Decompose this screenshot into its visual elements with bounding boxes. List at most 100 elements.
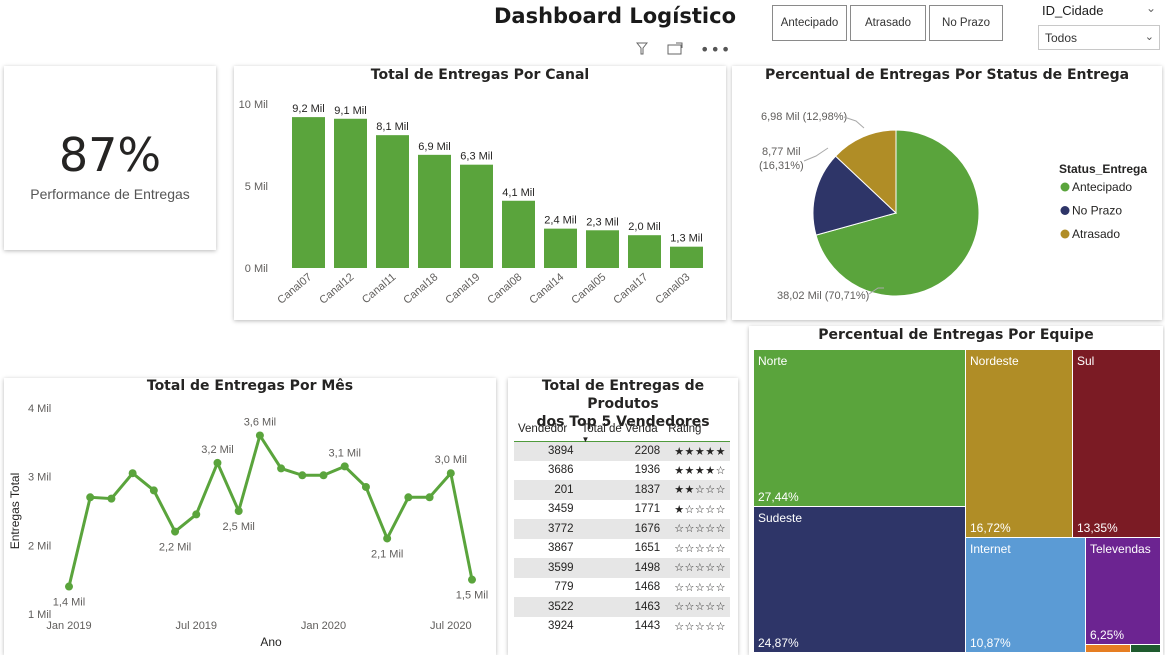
cell-total-venda: 2208 (577, 441, 665, 461)
treemap-cell[interactable]: Sul 13,35% (1073, 350, 1160, 537)
pie-data-label: 38,02 Mil (70,71%) (777, 290, 869, 302)
treemap-card: Percentual de Entregas Por Equipe Norte 2… (749, 326, 1163, 655)
chevron-down-icon[interactable]: ⌄ (1146, 1, 1156, 15)
x-tick-label: Canal18 (401, 271, 440, 307)
x-tick-label: Jan 2019 (46, 620, 91, 632)
treemap-cell-value: 6,25% (1090, 628, 1125, 642)
cell-total-venda: 1498 (577, 558, 665, 578)
more-options-icon[interactable]: ••• (700, 40, 731, 59)
data-point (128, 469, 137, 478)
pie-data-label: (16,31%) (759, 160, 804, 172)
cell-vendedor: 3772 (514, 519, 578, 539)
bar-data-label: 9,2 Mil (292, 103, 324, 115)
treemap-cell-small[interactable] (1086, 645, 1130, 652)
table-row: 3924 1443 ☆☆☆☆☆ (514, 617, 730, 637)
cell-vendedor: 3867 (547, 542, 574, 555)
data-point (213, 458, 222, 467)
data-point (446, 469, 455, 478)
column-header-total-venda[interactable]: Total de Venda ▼ (577, 417, 665, 444)
page-title: Dashboard Logístico (493, 4, 737, 28)
x-tick-label: Canal05 (569, 271, 608, 307)
legend-marker (1060, 182, 1070, 192)
treemap-cell[interactable]: Televendas 6,25% (1086, 538, 1160, 644)
treemap-cell[interactable]: Norte 27,44% (754, 350, 965, 506)
data-point (383, 534, 392, 543)
x-tick-label: Canal03 (653, 271, 692, 307)
data-point (277, 464, 286, 473)
slicer-atrasado-button[interactable]: Atrasado (850, 5, 926, 41)
legend-label: No Prazo (1072, 204, 1122, 218)
table-card: Total de Entregas de Produtos dos Top 5 … (508, 378, 738, 655)
cell-rating: ☆☆☆☆☆ (674, 581, 726, 594)
treemap-cell-small[interactable] (1131, 645, 1160, 652)
bar-data-label: 4,1 Mil (502, 187, 534, 199)
legend-title: Status_Entrega (1059, 162, 1147, 176)
cell-total-venda: 1468 (634, 581, 661, 594)
cell-rating: ☆☆☆☆☆ (674, 542, 726, 555)
column-header-vendedor[interactable]: Vendedor (514, 417, 578, 442)
bar-data-label: 6,3 Mil (460, 151, 492, 163)
treemap-cell-label: Sul (1077, 354, 1095, 368)
treemap-cell-value: 13,35% (1077, 521, 1118, 535)
cell-total-venda: 1676 (577, 519, 665, 539)
data-point (298, 471, 307, 480)
y-axis-title: Entregas Total (8, 473, 22, 550)
treemap-cell-label: Nordeste (970, 354, 1019, 368)
kpi-value: 87% (58, 128, 162, 182)
cell-rating: ☆☆☆☆☆ (664, 558, 730, 578)
point-data-label: 1,4 Mil (53, 597, 85, 609)
x-tick-label: Canal08 (485, 271, 524, 307)
column-header-rating[interactable]: Rating (664, 417, 730, 442)
kpi-card: 87% Performance de Entregas (4, 66, 216, 250)
table-row: 201 1837 ★★☆☆☆ (514, 480, 730, 500)
y-tick-label: 10 Mil (239, 99, 268, 111)
point-data-label: 2,1 Mil (371, 548, 403, 560)
data-point (234, 507, 243, 515)
x-tick-label: Jul 2019 (175, 620, 217, 632)
id-cidade-label: ID_Cidade (1042, 3, 1104, 18)
treemap-cell[interactable]: Sudeste 24,87% (754, 507, 965, 652)
treemap-cell-label: Televendas (1090, 542, 1151, 556)
cell-vendedor: 3924 (547, 620, 574, 633)
cell-vendedor: 3599 (514, 558, 578, 578)
point-data-label: 2,5 Mil (222, 521, 254, 533)
series-line (67, 431, 474, 587)
cell-total-venda: 1463 (577, 597, 665, 617)
table-row: 3894 2208 ★★★★★ (514, 441, 730, 461)
data-point (425, 493, 434, 502)
data-point (340, 462, 349, 471)
cell-vendedor: 3894 (514, 441, 578, 461)
slicer-no-prazo-button[interactable]: No Prazo (929, 5, 1003, 41)
data-point (319, 471, 328, 480)
table-row: 3867 1651 ☆☆☆☆☆ (514, 539, 730, 559)
id-cidade-dropdown[interactable]: Todos ⌄ (1038, 25, 1160, 50)
data-point (255, 431, 264, 440)
treemap-cell[interactable]: Internet 10,87% (966, 538, 1085, 652)
bar (586, 230, 619, 268)
bar (460, 164, 493, 268)
legend-marker (1060, 206, 1070, 215)
focus-mode-icon[interactable] (667, 42, 683, 59)
bar (544, 228, 577, 268)
data-point (171, 527, 180, 536)
treemap: Norte 27,44% Sudeste 24,87% Nordeste 16,72% Su… (754, 350, 1160, 652)
sort-descending-icon: ▼ (581, 435, 590, 444)
treemap-cell-value: 24,87% (758, 636, 799, 650)
cell-rating: ★☆☆☆☆ (674, 503, 726, 516)
cell-rating: ☆☆☆☆☆ (674, 620, 726, 633)
treemap-cell-value: 16,72% (970, 521, 1011, 535)
treemap-cell[interactable]: Nordeste 16,72% (966, 350, 1072, 537)
pie-data-label: 6,98 Mil (12,98%) (761, 111, 847, 123)
data-point (65, 582, 73, 591)
cell-vendedor: 201 (514, 480, 578, 500)
y-tick-label: 2 Mil (28, 540, 51, 552)
line-chart: 1 Mil2 Mil3 Mil4 MilJan 2019 Jul 2019 Jan … (8, 403, 488, 649)
id-cidade-value: Todos (1045, 31, 1078, 45)
filter-icon[interactable] (635, 42, 649, 59)
pie-leader-line (803, 147, 829, 162)
slicer-antecipado-button[interactable]: Antecipado (772, 5, 847, 41)
table-row: 3772 1676 ☆☆☆☆☆ (514, 519, 730, 539)
legend-label: Atrasado (1072, 227, 1120, 241)
bar-data-label: 9,1 Mil (334, 105, 366, 117)
treemap-cell-label: Internet (970, 542, 1011, 556)
